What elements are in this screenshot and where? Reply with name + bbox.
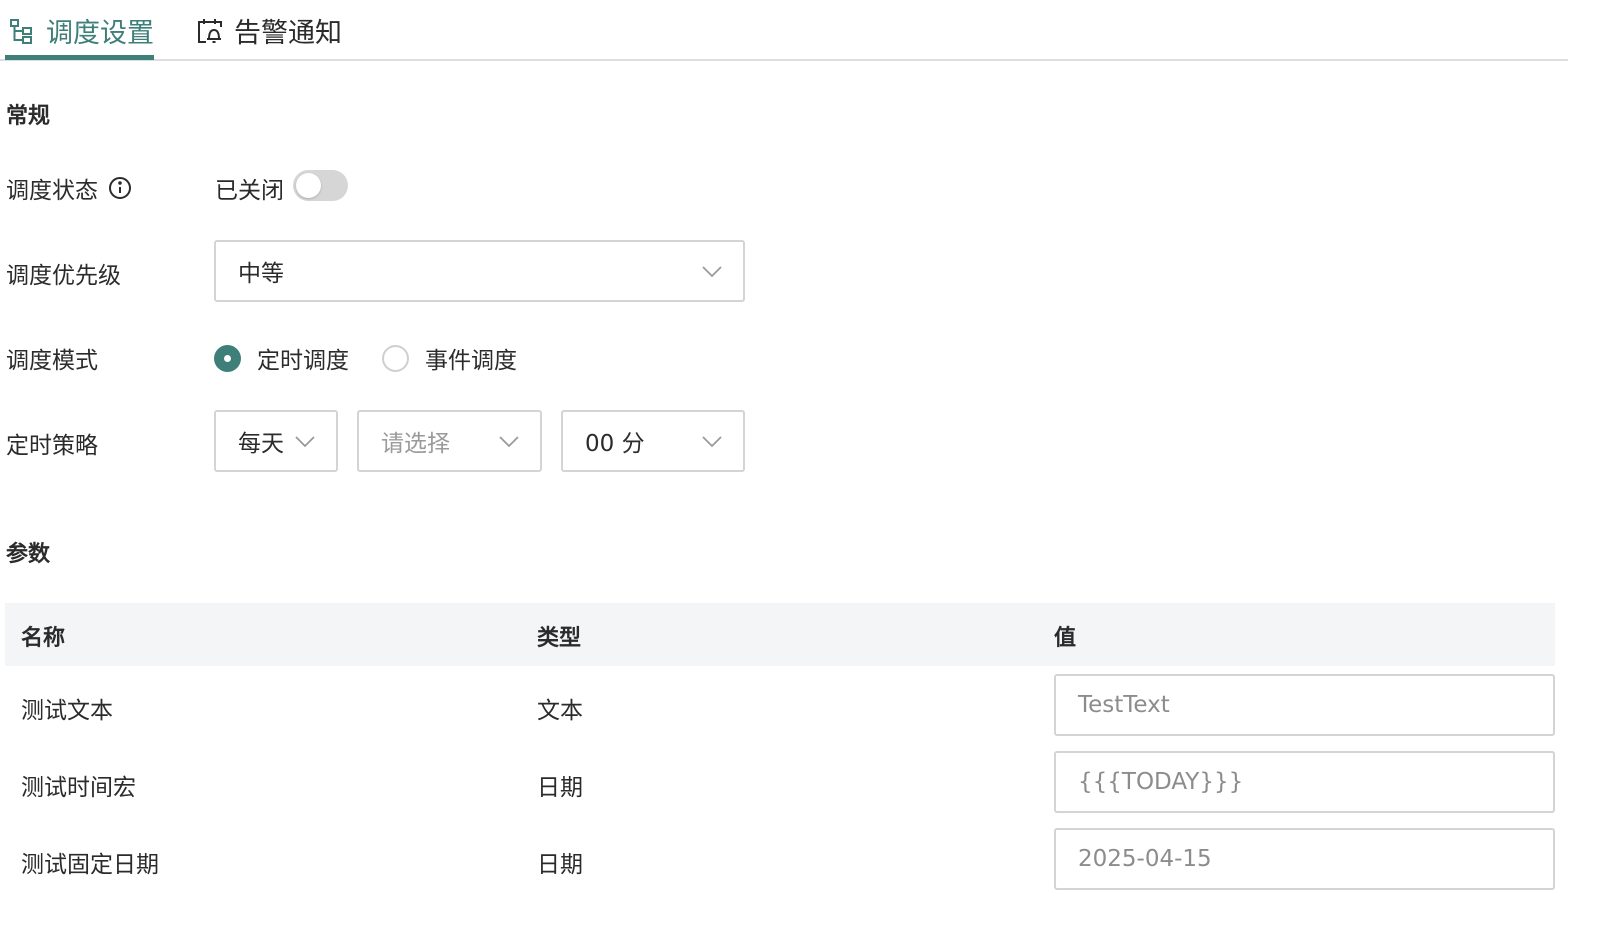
param-value-input[interactable]: 2025-04-15 xyxy=(1054,828,1555,890)
param-name: 测试时间宏 xyxy=(21,775,136,801)
param-value-input[interactable]: {{{TODAY}}} xyxy=(1054,751,1555,813)
param-name: 测试文本 xyxy=(21,698,113,724)
param-type: 日期 xyxy=(537,852,583,878)
param-type: 日期 xyxy=(537,775,583,801)
tab-label: 调度设置 xyxy=(46,18,154,49)
section-title-general: 常规 xyxy=(6,104,51,129)
column-header-name: 名称 xyxy=(21,626,66,651)
schedule-status-label-text: 调度状态 xyxy=(6,178,98,204)
frequency-select-value: 每天 xyxy=(238,431,284,457)
radio-button-unchecked[interactable] xyxy=(382,344,409,372)
schedule-priority-label: 调度优先级 xyxy=(6,263,121,289)
radio-label-timed: 定时调度 xyxy=(257,348,349,374)
radio-timed-schedule[interactable]: 定时调度 xyxy=(214,341,349,375)
params-table-header xyxy=(5,603,1555,666)
column-header-type: 类型 xyxy=(537,626,582,651)
schedule-status-toggle[interactable] xyxy=(293,170,348,201)
radio-event-schedule[interactable]: 事件调度 xyxy=(382,341,517,375)
chevron-down-icon xyxy=(701,261,723,281)
tab-schedule-settings[interactable]: 调度设置 xyxy=(8,0,154,61)
schedule-status-label: 调度状态 xyxy=(6,171,132,205)
radio-button-checked[interactable] xyxy=(214,344,241,372)
info-icon[interactable] xyxy=(108,176,132,200)
schedule-mode-label: 调度模式 xyxy=(6,348,98,374)
hour-select[interactable]: 请选择 xyxy=(357,410,542,472)
param-value-input[interactable]: TestText xyxy=(1054,674,1555,736)
frequency-select[interactable]: 每天 xyxy=(214,410,338,472)
calendar-alarm-icon xyxy=(196,17,224,45)
schedule-status-text: 已关闭 xyxy=(215,178,284,204)
column-header-value: 值 xyxy=(1054,626,1077,651)
toggle-knob xyxy=(296,173,321,198)
tab-alert-notification[interactable]: 告警通知 xyxy=(196,0,342,61)
section-title-params: 参数 xyxy=(6,542,51,567)
schedule-strategy-label: 定时策略 xyxy=(6,433,98,459)
chevron-down-icon xyxy=(701,431,723,451)
chevron-down-icon xyxy=(498,431,520,451)
chevron-down-icon xyxy=(294,431,316,451)
param-type: 文本 xyxy=(537,698,583,724)
minute-select[interactable]: 00 分 xyxy=(561,410,745,472)
radio-label-event: 事件调度 xyxy=(425,348,517,374)
tab-label: 告警通知 xyxy=(234,18,342,49)
priority-select-value: 中等 xyxy=(238,261,284,287)
tab-bar: 调度设置 告警通知 xyxy=(0,0,1568,61)
param-name: 测试固定日期 xyxy=(21,852,159,878)
active-tab-indicator xyxy=(5,55,154,60)
priority-select[interactable]: 中等 xyxy=(214,240,745,302)
tree-icon xyxy=(8,17,36,45)
